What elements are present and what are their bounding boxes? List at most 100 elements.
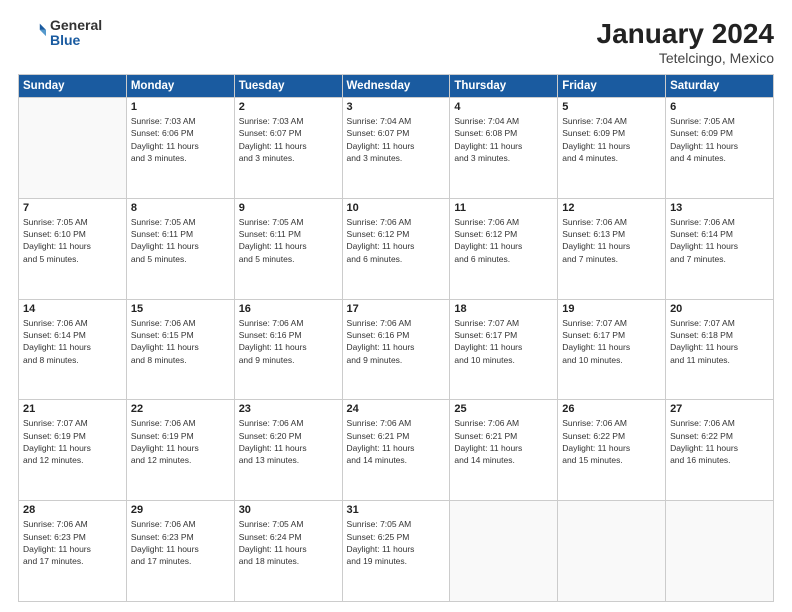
calendar-cell: 5 Sunrise: 7:04 AM Sunset: 6:09 PM Daylig…: [558, 98, 666, 199]
day-info: Sunrise: 7:06 AM Sunset: 6:14 PM Dayligh…: [670, 216, 769, 265]
calendar-cell: 24Sunrise: 7:06 AM Sunset: 6:21 PM Dayli…: [342, 400, 450, 501]
calendar-cell: 31 Sunrise: 7:05 AM Sunset: 6:25 PM Dayli…: [342, 501, 450, 602]
day-number: 19: [562, 303, 661, 315]
calendar-cell: 22 Sunrise: 7:06 AM Sunset: 6:19 PM Dayli…: [126, 400, 234, 501]
calendar-cell: 25 Sunrise: 7:06 AM Sunset: 6:21 PM Dayli…: [450, 400, 558, 501]
day-number: 30: [239, 504, 338, 516]
day-info: Sunrise: 7:04 AM Sunset: 6:09 PM Dayligh…: [562, 115, 661, 164]
day-info: Sunrise: 7:05 AM Sunset: 6:10 PM Dayligh…: [23, 216, 122, 265]
calendar-cell: 2 Sunrise: 7:03 AM Sunset: 6:07 PM Daylig…: [234, 98, 342, 199]
day-info: Sunrise: 7:04 AM Sunset: 6:07 PM Dayligh…: [347, 115, 446, 164]
day-info: Sunrise: 7:03 AM Sunset: 6:07 PM Dayligh…: [239, 115, 338, 164]
calendar-cell: 21 Sunrise: 7:07 AM Sunset: 6:19 PM Dayli…: [19, 400, 127, 501]
day-number: 14: [23, 303, 122, 315]
day-info: Sunrise: 7:03 AM Sunset: 6:06 PM Dayligh…: [131, 115, 230, 164]
day-info: Sunrise: 7:05 AM Sunset: 6:25 PM Dayligh…: [347, 518, 446, 567]
day-number: 8: [131, 202, 230, 214]
day-info: Sunrise: 7:05 AM Sunset: 6:11 PM Dayligh…: [239, 216, 338, 265]
day-info: Sunrise: 7:07 AM Sunset: 6:17 PM Dayligh…: [454, 317, 553, 366]
day-info: Sunrise: 7:06 AM Sunset: 6:22 PM Dayligh…: [670, 417, 769, 466]
calendar-cell: 20Sunrise: 7:07 AM Sunset: 6:18 PM Dayli…: [666, 299, 774, 400]
day-info: Sunrise: 7:07 AM Sunset: 6:19 PM Dayligh…: [23, 417, 122, 466]
logo-blue-text: Blue: [50, 33, 102, 48]
calendar-title: January 2024: [597, 18, 774, 50]
calendar-cell: 8Sunrise: 7:05 AM Sunset: 6:11 PM Daylig…: [126, 198, 234, 299]
day-header-tuesday: Tuesday: [234, 75, 342, 98]
calendar-cell: 16Sunrise: 7:06 AM Sunset: 6:16 PM Dayli…: [234, 299, 342, 400]
calendar-cell: 11Sunrise: 7:06 AM Sunset: 6:12 PM Dayli…: [450, 198, 558, 299]
calendar-cell: 26Sunrise: 7:06 AM Sunset: 6:22 PM Dayli…: [558, 400, 666, 501]
day-info: Sunrise: 7:05 AM Sunset: 6:24 PM Dayligh…: [239, 518, 338, 567]
logo: General Blue: [18, 18, 102, 49]
calendar-cell: [450, 501, 558, 602]
header: General Blue January 2024 Tetelcingo, Me…: [18, 18, 774, 66]
calendar-week-2: 7Sunrise: 7:05 AM Sunset: 6:10 PM Daylig…: [19, 198, 774, 299]
day-info: Sunrise: 7:06 AM Sunset: 6:12 PM Dayligh…: [347, 216, 446, 265]
calendar-cell: 1 Sunrise: 7:03 AM Sunset: 6:06 PM Daylig…: [126, 98, 234, 199]
calendar-cell: 30 Sunrise: 7:05 AM Sunset: 6:24 PM Dayli…: [234, 501, 342, 602]
day-header-saturday: Saturday: [666, 75, 774, 98]
day-info: Sunrise: 7:06 AM Sunset: 6:20 PM Dayligh…: [239, 417, 338, 466]
calendar-cell: 6Sunrise: 7:05 AM Sunset: 6:09 PM Daylig…: [666, 98, 774, 199]
day-header-monday: Monday: [126, 75, 234, 98]
calendar-week-4: 21 Sunrise: 7:07 AM Sunset: 6:19 PM Dayli…: [19, 400, 774, 501]
day-number: 18: [454, 303, 553, 315]
day-number: 10: [347, 202, 446, 214]
calendar-cell: 13 Sunrise: 7:06 AM Sunset: 6:14 PM Dayli…: [666, 198, 774, 299]
day-number: 21: [23, 403, 122, 415]
day-info: Sunrise: 7:06 AM Sunset: 6:21 PM Dayligh…: [347, 417, 446, 466]
day-info: Sunrise: 7:06 AM Sunset: 6:16 PM Dayligh…: [347, 317, 446, 366]
calendar-cell: 10 Sunrise: 7:06 AM Sunset: 6:12 PM Dayli…: [342, 198, 450, 299]
day-number: 26: [562, 403, 661, 415]
day-info: Sunrise: 7:06 AM Sunset: 6:23 PM Dayligh…: [131, 518, 230, 567]
logo-general-text: General: [50, 18, 102, 33]
calendar-cell: 29 Sunrise: 7:06 AM Sunset: 6:23 PM Dayli…: [126, 501, 234, 602]
calendar-week-1: 1 Sunrise: 7:03 AM Sunset: 6:06 PM Daylig…: [19, 98, 774, 199]
day-number: 3: [347, 101, 446, 113]
calendar-cell: 17Sunrise: 7:06 AM Sunset: 6:16 PM Dayli…: [342, 299, 450, 400]
day-number: 25: [454, 403, 553, 415]
calendar-cell: 27 Sunrise: 7:06 AM Sunset: 6:22 PM Dayli…: [666, 400, 774, 501]
day-info: Sunrise: 7:06 AM Sunset: 6:21 PM Dayligh…: [454, 417, 553, 466]
day-number: 13: [670, 202, 769, 214]
day-info: Sunrise: 7:06 AM Sunset: 6:19 PM Dayligh…: [131, 417, 230, 466]
logo-icon: [18, 19, 46, 47]
day-number: 27: [670, 403, 769, 415]
day-info: Sunrise: 7:06 AM Sunset: 6:23 PM Dayligh…: [23, 518, 122, 567]
calendar-cell: 12 Sunrise: 7:06 AM Sunset: 6:13 PM Dayli…: [558, 198, 666, 299]
day-header-wednesday: Wednesday: [342, 75, 450, 98]
calendar-cell: 23Sunrise: 7:06 AM Sunset: 6:20 PM Dayli…: [234, 400, 342, 501]
calendar-cell: 3 Sunrise: 7:04 AM Sunset: 6:07 PM Daylig…: [342, 98, 450, 199]
day-number: 11: [454, 202, 553, 214]
calendar-cell: [558, 501, 666, 602]
title-block: January 2024 Tetelcingo, Mexico: [597, 18, 774, 66]
calendar-cell: 14Sunrise: 7:06 AM Sunset: 6:14 PM Dayli…: [19, 299, 127, 400]
calendar-header-row: SundayMondayTuesdayWednesdayThursdayFrid…: [19, 75, 774, 98]
day-info: Sunrise: 7:07 AM Sunset: 6:18 PM Dayligh…: [670, 317, 769, 366]
day-info: Sunrise: 7:06 AM Sunset: 6:13 PM Dayligh…: [562, 216, 661, 265]
calendar-cell: 15Sunrise: 7:06 AM Sunset: 6:15 PM Dayli…: [126, 299, 234, 400]
day-header-sunday: Sunday: [19, 75, 127, 98]
calendar-cell: 9Sunrise: 7:05 AM Sunset: 6:11 PM Daylig…: [234, 198, 342, 299]
day-number: 1: [131, 101, 230, 113]
calendar-cell: 19 Sunrise: 7:07 AM Sunset: 6:17 PM Dayli…: [558, 299, 666, 400]
day-number: 4: [454, 101, 553, 113]
day-info: Sunrise: 7:06 AM Sunset: 6:15 PM Dayligh…: [131, 317, 230, 366]
calendar-cell: 4Sunrise: 7:04 AM Sunset: 6:08 PM Daylig…: [450, 98, 558, 199]
calendar-cell: 18 Sunrise: 7:07 AM Sunset: 6:17 PM Dayli…: [450, 299, 558, 400]
day-number: 31: [347, 504, 446, 516]
calendar-cell: 7Sunrise: 7:05 AM Sunset: 6:10 PM Daylig…: [19, 198, 127, 299]
day-number: 22: [131, 403, 230, 415]
calendar-subtitle: Tetelcingo, Mexico: [597, 50, 774, 66]
day-number: 29: [131, 504, 230, 516]
calendar-cell: [19, 98, 127, 199]
calendar-week-5: 28Sunrise: 7:06 AM Sunset: 6:23 PM Dayli…: [19, 501, 774, 602]
page: General Blue January 2024 Tetelcingo, Me…: [0, 0, 792, 612]
day-number: 12: [562, 202, 661, 214]
calendar-cell: 28Sunrise: 7:06 AM Sunset: 6:23 PM Dayli…: [19, 501, 127, 602]
day-number: 2: [239, 101, 338, 113]
day-number: 5: [562, 101, 661, 113]
logo-text: General Blue: [50, 18, 102, 49]
day-info: Sunrise: 7:07 AM Sunset: 6:17 PM Dayligh…: [562, 317, 661, 366]
day-header-thursday: Thursday: [450, 75, 558, 98]
